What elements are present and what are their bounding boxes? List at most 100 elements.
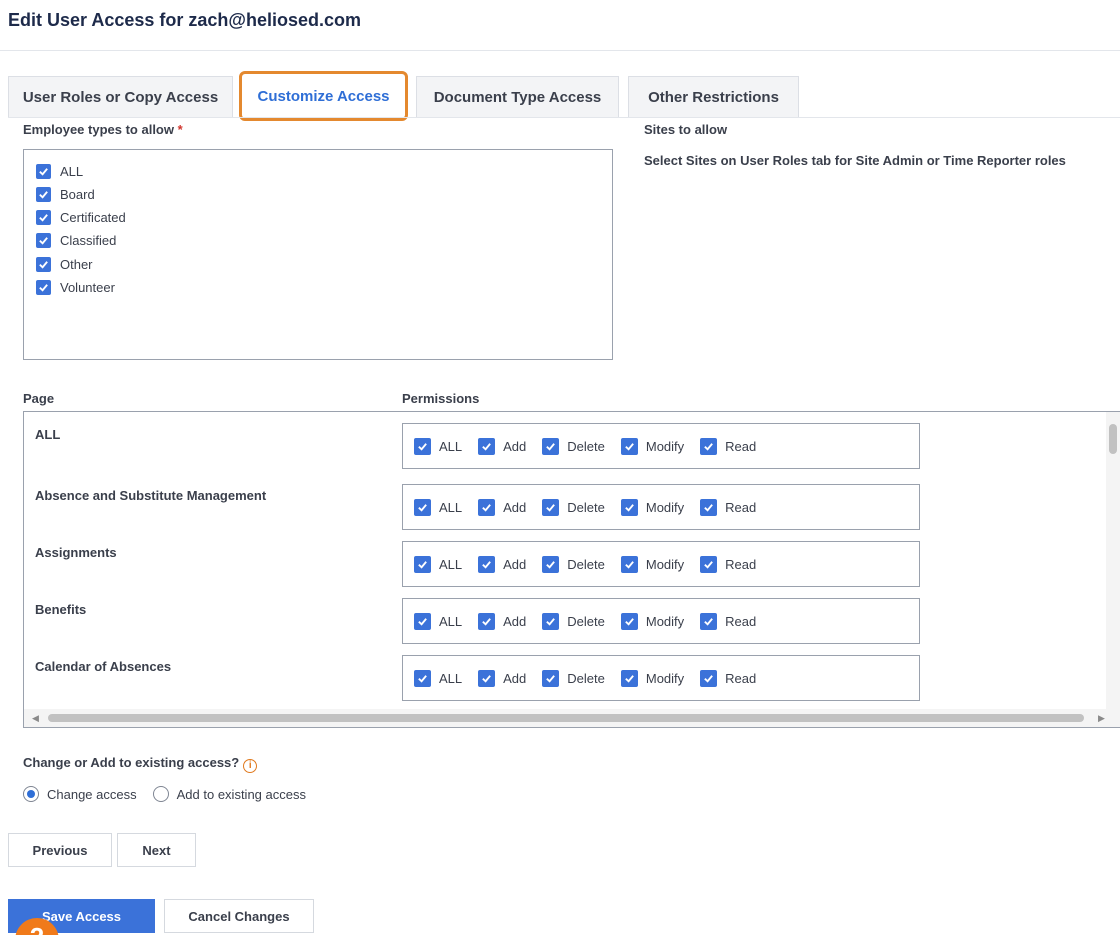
checkbox-checked-icon[interactable] <box>36 233 51 248</box>
permission-delete[interactable]: Delete <box>542 612 605 630</box>
checkbox-checked-icon[interactable] <box>36 164 51 179</box>
permission-all[interactable]: ALL <box>414 498 462 516</box>
radio-add-to-existing-label[interactable]: Add to existing access <box>177 787 306 802</box>
permission-all[interactable]: ALL <box>414 437 462 455</box>
permission-read[interactable]: Read <box>700 612 756 630</box>
employee-type-other[interactable]: Other <box>36 257 93 272</box>
next-button[interactable]: Next <box>117 833 196 867</box>
checkbox-checked-icon[interactable] <box>620 498 638 516</box>
sites-note: Select Sites on User Roles tab for Site … <box>644 153 1066 168</box>
checkbox-checked-icon[interactable] <box>542 498 560 516</box>
checkbox-checked-icon[interactable] <box>414 498 431 516</box>
employee-type-classified[interactable]: Classified <box>36 233 116 248</box>
checkbox-checked-icon[interactable] <box>542 555 560 573</box>
permission-all[interactable]: ALL <box>414 669 463 687</box>
checkbox-checked-icon[interactable] <box>542 669 560 687</box>
horizontal-scrollbar-thumb[interactable] <box>48 714 1084 722</box>
permission-page-name: ALL <box>35 427 61 442</box>
checkbox-checked-icon[interactable] <box>620 437 638 455</box>
checkbox-checked-icon[interactable] <box>478 437 496 455</box>
permission-modify[interactable]: Modify <box>620 669 685 687</box>
permission-label: ALL <box>439 670 463 686</box>
checkbox-checked-icon[interactable] <box>414 555 431 573</box>
radio-add-to-existing[interactable] <box>152 786 169 802</box>
scroll-left-arrow-icon[interactable]: ◀ <box>32 713 39 724</box>
permission-read[interactable]: Read <box>700 669 757 687</box>
employee-type-label: Volunteer <box>60 280 115 295</box>
permission-group: ALL Add Delete Modify Read <box>402 484 920 530</box>
checkbox-checked-icon[interactable] <box>36 257 51 272</box>
permission-modify[interactable]: Modify <box>620 612 684 630</box>
employee-type-certificated[interactable]: Certificated <box>36 210 126 225</box>
permission-delete[interactable]: Delete <box>542 498 605 516</box>
permission-label: Modify <box>645 556 685 572</box>
checkbox-checked-icon[interactable] <box>36 280 51 295</box>
page-title: Edit User Access for zach@heliosed.com <box>8 10 362 30</box>
employee-type-volunteer[interactable]: Volunteer <box>36 280 115 295</box>
radio-change-access[interactable] <box>23 786 39 802</box>
checkbox-checked-icon[interactable] <box>478 669 496 687</box>
checkbox-checked-icon[interactable] <box>36 210 51 225</box>
sites-label: Sites to allow <box>644 122 728 137</box>
permission-read[interactable]: Read <box>700 437 756 455</box>
checkbox-checked-icon[interactable] <box>620 555 638 573</box>
checkbox-checked-icon[interactable] <box>36 187 51 202</box>
employee-type-board[interactable]: Board <box>36 187 95 202</box>
tab-document-type-access[interactable]: Document Type Access <box>416 76 619 118</box>
permission-add[interactable]: Add <box>478 669 526 687</box>
permission-label: Delete <box>567 613 605 629</box>
permission-label: Modify <box>645 670 685 686</box>
employee-types-label: Employee types to allow * <box>23 122 183 137</box>
permission-add[interactable]: Add <box>478 437 526 455</box>
checkbox-checked-icon[interactable] <box>414 612 431 630</box>
permission-label: Read <box>725 670 757 686</box>
permission-modify[interactable]: Modify <box>620 498 684 516</box>
permission-page-name: Assignments <box>35 545 117 560</box>
checkbox-checked-icon[interactable] <box>542 437 560 455</box>
permission-all[interactable]: ALL <box>414 555 462 573</box>
scroll-right-arrow-icon[interactable]: ▶ <box>1098 713 1105 724</box>
permission-add[interactable]: Add <box>478 555 527 573</box>
permission-delete[interactable]: Delete <box>542 437 605 455</box>
checkbox-checked-icon[interactable] <box>414 437 431 455</box>
permission-add[interactable]: Add <box>478 498 526 516</box>
cancel-changes-button[interactable]: Cancel Changes <box>164 899 314 933</box>
checkbox-checked-icon[interactable] <box>700 669 718 687</box>
employee-type-all[interactable]: ALL <box>36 164 83 179</box>
checkbox-checked-icon[interactable] <box>700 498 718 516</box>
radio-selected-dot <box>27 790 35 798</box>
permission-modify[interactable]: Modify <box>620 437 684 455</box>
checkbox-checked-icon[interactable] <box>414 669 431 687</box>
permission-all[interactable]: ALL <box>414 612 462 630</box>
permission-modify[interactable]: Modify <box>620 555 685 573</box>
permission-label: Add <box>503 556 527 572</box>
tab-other-restrictions[interactable]: Other Restrictions <box>628 76 799 118</box>
horizontal-scrollbar[interactable]: ◀ ▶ <box>24 709 1120 727</box>
radio-change-access-label[interactable]: Change access <box>47 787 137 802</box>
permission-delete[interactable]: Delete <box>542 555 605 573</box>
checkbox-checked-icon[interactable] <box>478 498 496 516</box>
info-icon[interactable]: i <box>243 759 258 773</box>
permission-group: ALL Add Delete Modify Read <box>402 541 920 587</box>
checkbox-checked-icon[interactable] <box>620 612 638 630</box>
permission-add[interactable]: Add <box>478 612 527 630</box>
permission-delete[interactable]: Delete <box>542 669 605 687</box>
permission-read[interactable]: Read <box>700 555 756 573</box>
checkbox-checked-icon[interactable] <box>620 669 638 687</box>
permission-label: Delete <box>567 499 605 515</box>
tab-user-roles[interactable]: User Roles or Copy Access <box>8 76 233 118</box>
permission-read[interactable]: Read <box>700 498 756 516</box>
checkbox-checked-icon[interactable] <box>542 612 560 630</box>
checkbox-checked-icon[interactable] <box>700 555 718 573</box>
permission-label: Add <box>503 613 527 629</box>
checkbox-checked-icon[interactable] <box>478 612 496 630</box>
title-divider <box>0 50 1120 51</box>
checkbox-checked-icon[interactable] <box>700 612 718 630</box>
previous-button[interactable]: Previous <box>8 833 112 867</box>
tab-customize-access[interactable]: Customize Access <box>239 71 408 121</box>
vertical-scrollbar-thumb[interactable] <box>1109 424 1117 454</box>
permission-label: Delete <box>567 670 605 686</box>
checkbox-checked-icon[interactable] <box>478 555 496 573</box>
vertical-scrollbar[interactable] <box>1106 412 1120 710</box>
checkbox-checked-icon[interactable] <box>700 437 718 455</box>
